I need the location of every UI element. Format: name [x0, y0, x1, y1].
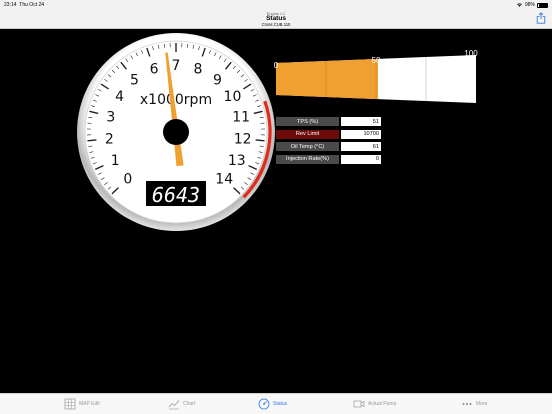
tick-label: 10 — [224, 89, 242, 105]
reading-value: 61 — [341, 142, 381, 152]
tab-label: Actual Pump — [368, 401, 397, 407]
tick-label: 7 — [172, 58, 181, 74]
top-bar: 23:14 Thu Oct 24 98% Engine LC Status Cr… — [0, 0, 552, 29]
throttle-meter: 0 50 100 — [274, 49, 478, 103]
tab-label: Status — [273, 401, 288, 407]
tick-label: 1 — [111, 153, 120, 169]
reading-value: 10700 — [341, 129, 381, 139]
tab-more[interactable]: More — [461, 397, 487, 411]
major-tick — [255, 139, 265, 142]
device-name: Cross CUB 110 — [261, 22, 291, 27]
meter-fill — [276, 58, 378, 100]
tick-label: 6 — [150, 62, 159, 78]
wifi-icon — [517, 3, 522, 7]
tab-bar: MAP Edit Chart Status Actual Pump More — [0, 393, 552, 414]
pump-icon — [353, 400, 365, 408]
reading-row-rev-limit: Rev Limit 10700 — [276, 129, 381, 139]
reading-label: Injection Rate(%) — [276, 154, 339, 164]
tab-label: MAP Edit — [79, 401, 100, 407]
reading-row-oil-temp: Oil Temp (°C) 61 — [276, 142, 381, 152]
more-icon — [462, 402, 472, 406]
tab-label: Chart — [183, 401, 196, 407]
tick-label: 4 — [115, 89, 124, 105]
tick-label: 11 — [232, 109, 250, 125]
gauge-icon — [258, 398, 270, 410]
tab-chart[interactable]: Chart — [168, 397, 195, 411]
battery-percent: 98% — [524, 2, 535, 8]
tick-label: 12 — [234, 132, 252, 148]
readings-table: TPS (%) 51 Rev Limit 10700 Oil Temp (°C)… — [276, 117, 381, 167]
reading-label: TPS (%) — [276, 117, 339, 126]
major-tick — [87, 139, 97, 142]
tab-status[interactable]: Status — [258, 397, 287, 411]
status-date-text: Thu Oct 24 — [19, 2, 45, 8]
tab-map-edit[interactable]: MAP Edit — [64, 397, 100, 411]
status-time: 23:14 Thu Oct 24 — [4, 2, 44, 8]
reading-label: Rev Limit — [276, 129, 339, 139]
chart-icon — [168, 400, 180, 410]
tick-label: 14 — [215, 172, 233, 188]
reading-label: Oil Temp (°C) — [276, 142, 339, 152]
reading-row-tps: TPS (%) 51 — [276, 117, 381, 126]
reading-row-injection-rate: Injection Rate(%) 0 — [276, 154, 381, 164]
tick-label: 5 — [130, 72, 139, 88]
tab-actual-pump[interactable]: Actual Pump — [353, 397, 396, 411]
meter-label-0: 0 — [274, 61, 279, 70]
meter-label-50: 50 — [372, 56, 381, 65]
rpm-readout: 6643 — [152, 183, 200, 207]
tick-label: 9 — [213, 72, 222, 88]
reading-value: 0 — [341, 154, 381, 164]
meter-label-100: 100 — [464, 49, 478, 58]
reading-value: 51 — [341, 117, 381, 126]
status-indicators: 98% — [516, 2, 548, 8]
tick-label: 2 — [105, 132, 114, 148]
status-time-text: 23:14 — [4, 2, 17, 8]
needle-hub — [163, 119, 189, 145]
tick-label: 13 — [228, 153, 246, 169]
tick-label: 8 — [194, 62, 203, 78]
share-icon[interactable] — [536, 12, 546, 24]
tachometer-gauge: 0123456 7 891011121314 x1000rpm 6643 — [77, 33, 275, 231]
tab-label: More — [476, 401, 488, 407]
unit-label: x1000rpm — [140, 92, 212, 108]
grid-icon — [64, 398, 76, 410]
tick-label: 3 — [106, 109, 115, 125]
page-title: Status — [266, 15, 286, 22]
tick-label: 0 — [123, 172, 132, 188]
battery-icon — [537, 2, 548, 8]
